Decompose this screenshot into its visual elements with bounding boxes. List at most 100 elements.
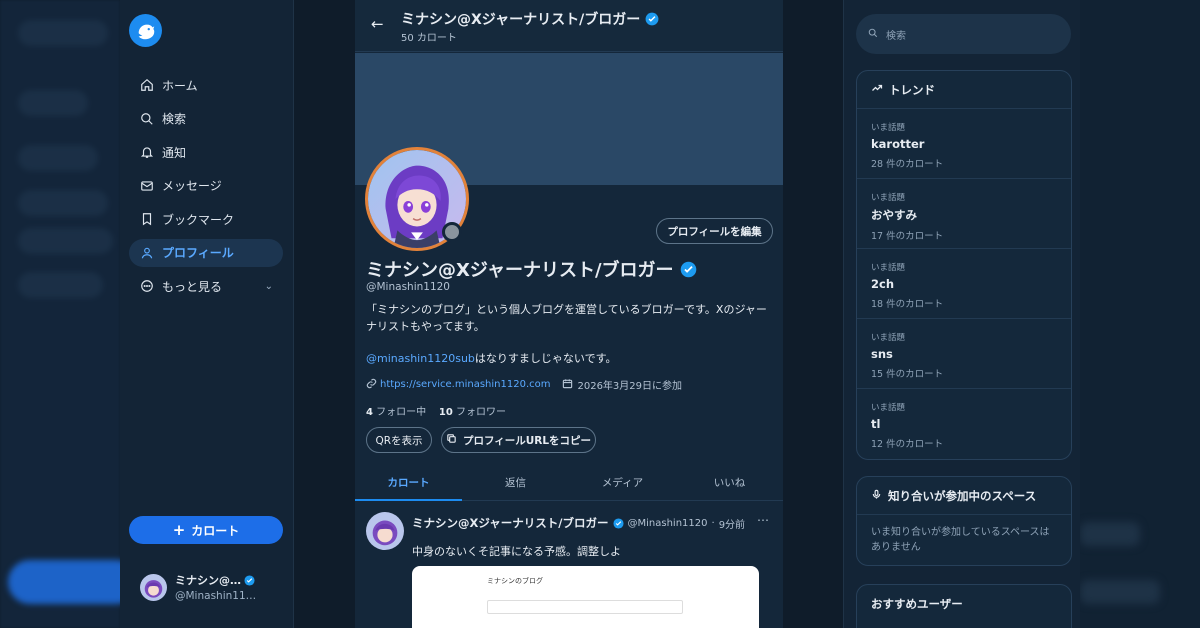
followers-label: フォロワー [455,407,506,418]
mail-icon [139,178,154,193]
post-author-handle: @Minashin1120 [627,517,708,529]
search-placeholder: 検索 [886,30,906,42]
trend-count: 15 件のカロート [871,369,944,380]
more-options-icon[interactable]: ⋯ [757,513,769,527]
app-logo-icon[interactable] [129,14,162,47]
verified-icon [680,261,696,277]
trend-count: 18 件のカロート [871,299,944,310]
page-title-text: ミナシン@Xジャーナリスト/ブロガー [401,12,641,28]
timeline-post[interactable]: ミナシン@Xジャーナリスト/ブロガー @Minashin1120 · 9分前 ⋯… [355,502,783,628]
post-image[interactable]: ミナシンのブログ [412,566,759,628]
trend-count: 12 件のカロート [871,439,944,450]
trend-item[interactable]: いま話題 tl 12 件のカロート [857,389,1071,459]
sidebar-item-search[interactable]: 検索 [129,105,283,133]
gutter-right [783,0,843,628]
page-title: ミナシン@Xジャーナリスト/ブロガー [401,9,659,29]
right-sidebar: 検索 トレンド いま話題 karotter 28 件のカロート いま話題 おやす… [843,0,1080,628]
trend-title: 2ch [871,277,895,291]
show-qr-button[interactable]: QRを表示 [366,427,432,453]
trend-title: sns [871,347,893,361]
sidebar: ホーム 検索 通知 メッセージ ブックマーク プロフィール もっと見る ⌄ + … [120,0,294,628]
screen: ホーム 検索 通知 メッセージ ブックマーク プロフィール もっと見る ⌄ + … [0,0,1200,628]
spaces-title: 知り合いが参加中のスペース [888,488,1037,503]
back-arrow-icon[interactable]: ← [371,15,384,33]
trend-title: karotter [871,137,925,151]
trend-label: いま話題 [871,403,906,413]
profile-column: ← ミナシン@Xジャーナリスト/ブロガー 50 カロート プロフィールを編集 ミ… [355,0,783,628]
copy-button-label: プロフィールURLをコピー [462,434,592,447]
plus-icon: + [172,521,186,539]
search-icon [139,111,154,126]
tab-media[interactable]: メディア [569,464,676,500]
post-author-name[interactable]: ミナシン@Xジャーナリスト/ブロガー [412,515,609,531]
sidebar-item-profile[interactable]: プロフィール [129,238,283,267]
search-icon [868,28,878,41]
trend-item[interactable]: いま話題 2ch 18 件のカロート [857,249,1071,319]
profile-bio: 「ミナシンのブログ」という個人ブログを運営しているブロガーです。Xのジャーナリス… [366,303,767,333]
profile-url-link[interactable]: https://service.minashin1120.com [380,379,550,390]
join-date: 2026年3月29日に参加 [577,381,683,392]
sidebar-item-label: ブックマーク [162,212,235,227]
spaces-card: 知り合いが参加中のスペース いま知り合いが参加しているスペースはありません [856,476,1072,566]
trend-item[interactable]: いま話題 karotter 28 件のカロート [857,109,1071,179]
gutter-left [294,0,355,628]
search-input[interactable]: 検索 [856,14,1071,54]
following-count: 4 [366,407,373,418]
chevron-down-icon: ⌄ [264,280,273,292]
trend-label: いま話題 [871,333,906,343]
account-switcher[interactable]: ミナシン@… @Minashin11… [140,572,256,602]
post-button-label: カロート [191,523,240,538]
followers-link[interactable]: 10 フォロワー [439,407,506,418]
trends-card: トレンド いま話題 karotter 28 件のカロート いま話題 おやすみ 1… [856,70,1072,460]
post-count: 50 カロート [401,33,457,44]
spaces-header: 知り合いが参加中のスペース [857,477,1071,515]
trends-header: トレンド [857,71,1071,109]
profile-tabs: カロート 返信 メディア いいね [355,464,783,501]
trends-title: トレンド [889,82,935,97]
thumbnail-box [487,600,683,614]
sidebar-item-more[interactable]: もっと見る ⌄ [129,272,283,300]
account-name: ミナシン@… [175,572,256,588]
following-link[interactable]: 4 フォロー中 [366,407,426,418]
tab-posts[interactable]: カロート [355,464,462,501]
sidebar-item-bookmarks[interactable]: ブックマーク [129,205,283,233]
post-text: 中身のないくそ記事になる予感。調整しよ [412,545,621,558]
sidebar-nav: ホーム 検索 通知 メッセージ ブックマーク プロフィール もっと見る ⌄ [129,71,283,306]
profile-bio-mention-line: @minashin1120subはなりすましじゃないです。 [366,350,616,366]
spaces-empty-text: いま知り合いが参加しているスペースはありません [871,527,1050,553]
blurred-background-right [1070,0,1200,628]
tab-likes[interactable]: いいね [676,464,783,500]
post-button[interactable]: + カロート [129,516,283,544]
calendar-icon [562,378,573,392]
profile-handle: @Minashin1120 [366,281,450,293]
recommended-users-card: おすすめユーザー [856,584,1072,628]
sidebar-item-notifications[interactable]: 通知 [129,138,283,166]
copy-profile-url-button[interactable]: プロフィールURLをコピー [441,427,596,453]
trend-item[interactable]: いま話題 sns 15 件のカロート [857,319,1071,389]
bookmark-icon [139,212,154,227]
user-icon [139,245,154,260]
microphone-icon [871,489,882,503]
profile-header: ← ミナシン@Xジャーナリスト/ブロガー 50 カロート [355,0,783,52]
sidebar-item-label: 検索 [162,112,187,126]
sidebar-item-label: ホーム [162,78,198,93]
home-icon [139,78,154,93]
avatar[interactable] [366,512,404,550]
sidebar-item-messages[interactable]: メッセージ [129,172,283,200]
mention-link[interactable]: @minashin1120sub [366,352,475,365]
recommended-users-title: おすすめユーザー [871,597,963,611]
sidebar-item-label: プロフィール [162,246,234,260]
verified-icon [244,574,255,586]
edit-profile-button[interactable]: プロフィールを編集 [656,218,773,244]
post-timestamp: 9分前 [718,519,746,531]
verified-icon [612,517,624,529]
following-label: フォロー中 [376,407,427,418]
trend-count: 17 件のカロート [871,231,944,242]
trend-title: tl [871,417,881,431]
sidebar-item-home[interactable]: ホーム [129,71,283,99]
trend-item[interactable]: いま話題 おやすみ 17 件のカロート [857,179,1071,249]
post-meta: ミナシン@Xジャーナリスト/ブロガー @Minashin1120 · 9分前 [412,515,745,531]
more-icon [139,279,154,294]
tab-replies[interactable]: 返信 [462,464,569,500]
link-icon [366,378,377,392]
